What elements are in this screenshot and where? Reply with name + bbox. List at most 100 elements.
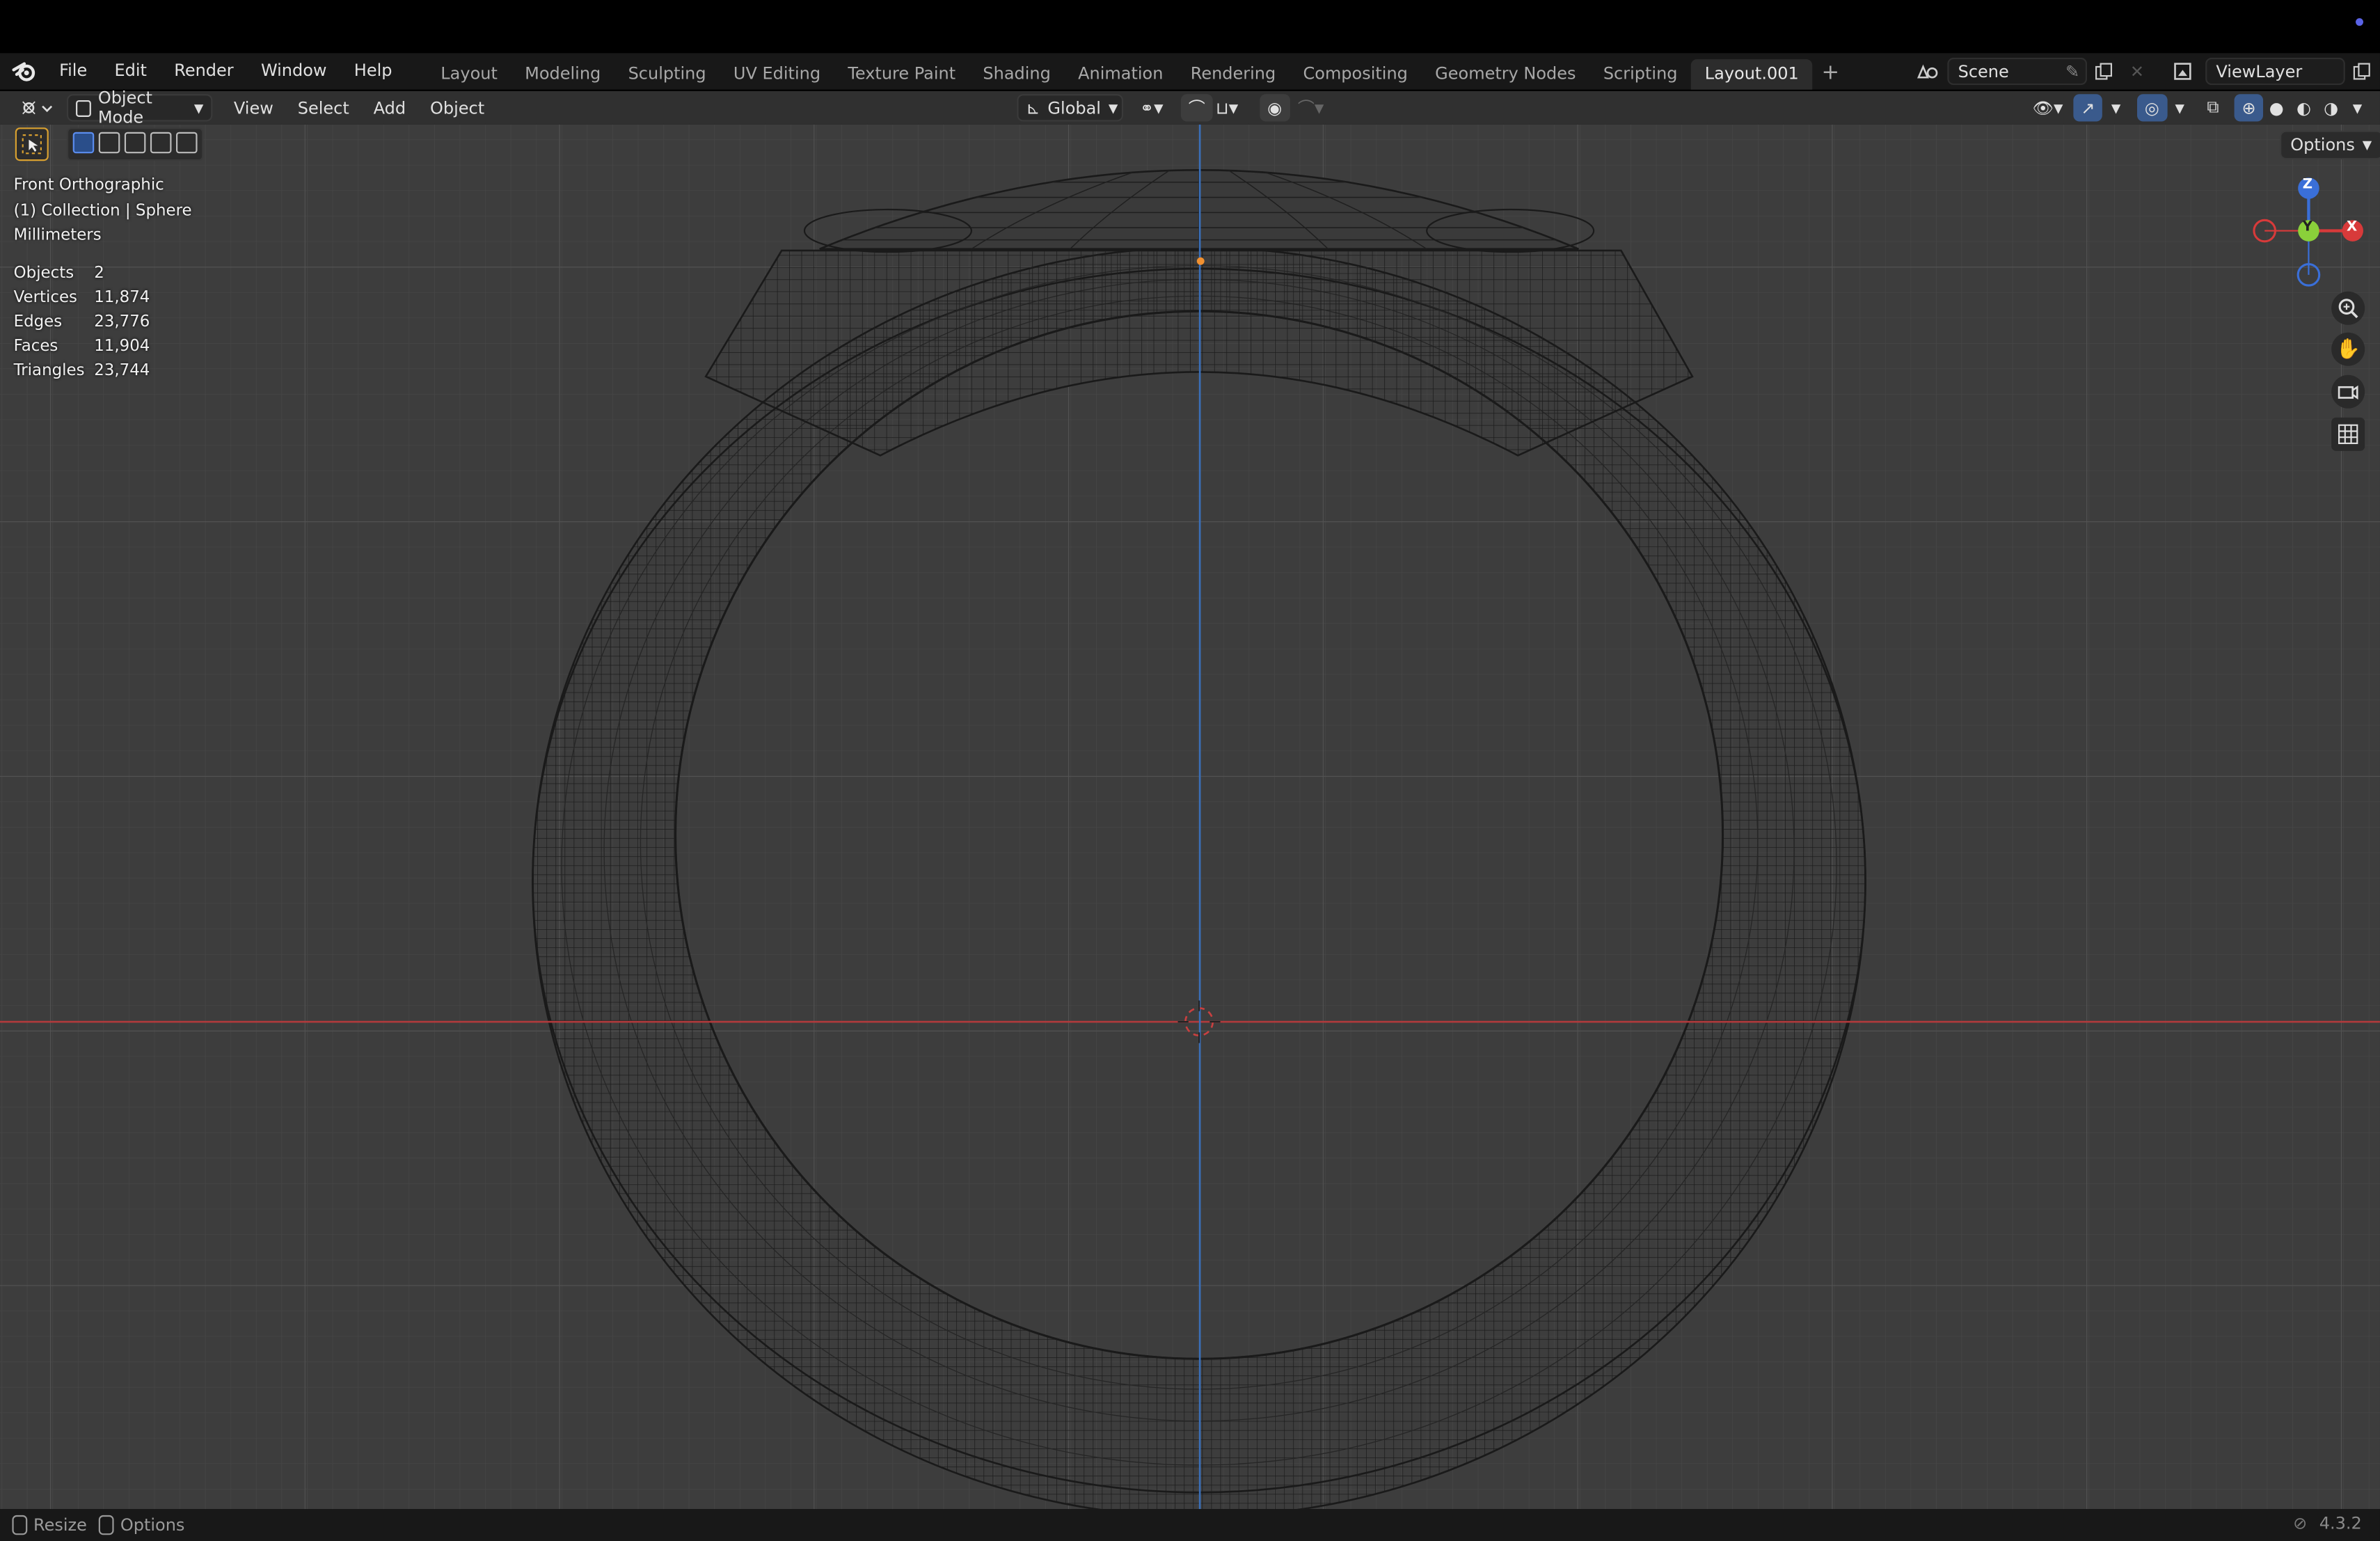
tab-texture-paint[interactable]: Texture Paint	[834, 58, 969, 89]
pin-icon[interactable]: ✎	[2065, 61, 2079, 81]
gizmo-toggle-button[interactable]: ↗	[2073, 94, 2103, 122]
tab-layout[interactable]: Layout	[427, 58, 511, 89]
stat-key: Objects	[13, 264, 74, 283]
snap-target-button[interactable]: ⊔ ▼	[1208, 94, 1246, 121]
select-tool-row	[15, 127, 204, 161]
tab-animation[interactable]: Animation	[1064, 58, 1177, 89]
view-name: Front Orthographic	[13, 176, 164, 195]
blender-logo-icon[interactable]	[12, 59, 36, 84]
tab-sculpting[interactable]: Sculpting	[614, 58, 720, 89]
invert-selection-icon[interactable]	[150, 132, 172, 154]
status-hint-options: Options	[99, 1515, 184, 1535]
camera-view-icon[interactable]	[2331, 374, 2365, 409]
proportional-edit-button[interactable]: ◉	[1260, 94, 1290, 122]
tab-compositing[interactable]: Compositing	[1290, 58, 1422, 89]
overlay-toggle-button[interactable]: ◎	[2136, 94, 2167, 122]
tab-geometry-nodes[interactable]: Geometry Nodes	[1422, 58, 1590, 89]
options-label: Options	[2290, 135, 2355, 155]
viewport-header: Object Mode ▼ View Select Add Object ⊾ G…	[0, 88, 2380, 127]
main-menu: File Edit Render Window Help	[45, 53, 406, 89]
delete-scene-icon[interactable]: ✕	[2120, 58, 2154, 85]
zoom-icon[interactable]	[2331, 291, 2365, 325]
tab-uv-editing[interactable]: UV Editing	[720, 58, 834, 89]
scene-selector: Scene ✎ ✕ ViewLayer ✕	[1911, 57, 2380, 86]
blender-window: File Edit Render Window Help Layout Mode…	[0, 0, 2380, 1541]
stat-value: 2	[94, 264, 104, 283]
mode-label: Object Mode	[97, 88, 152, 128]
stat-key: Vertices	[13, 288, 77, 307]
mode-selector[interactable]: Object Mode ▼	[66, 88, 213, 127]
rendered-shading-button[interactable]: ◑	[2316, 94, 2346, 121]
version-label: 4.3.2	[2319, 1513, 2362, 1534]
menu-help[interactable]: Help	[340, 53, 406, 89]
menu-window[interactable]: Window	[247, 53, 340, 89]
viewport-options-dropdown[interactable]: Options ▼	[2280, 130, 2380, 160]
select-box-tool-icon[interactable]	[15, 127, 49, 161]
subtract-selection-icon[interactable]	[124, 132, 146, 154]
wireframe-shading-button[interactable]: ⊕	[2234, 94, 2264, 122]
stat-row: Vertices 11,874	[14, 285, 150, 310]
scene-statistics: Objects 2 Vertices 11,874 Edges 23,776 Face…	[14, 261, 150, 383]
ortho-grid-icon[interactable]	[2331, 417, 2365, 451]
intersect-selection-icon[interactable]	[176, 132, 198, 154]
proportional-falloff-button[interactable]: ⌒ ▼	[1290, 94, 1331, 121]
extend-selection-icon[interactable]	[98, 132, 120, 154]
viewlayer-icon[interactable]	[2169, 58, 2203, 85]
menu-file[interactable]: File	[45, 53, 100, 89]
menu-edit[interactable]: Edit	[101, 53, 161, 89]
stat-value: 23,776	[94, 313, 150, 331]
scene-icon[interactable]	[1911, 58, 1944, 85]
stat-value: 11,874	[94, 288, 150, 307]
tab-scripting[interactable]: Scripting	[1589, 58, 1691, 89]
new-scene-icon[interactable]	[2087, 58, 2120, 85]
editor-type-button[interactable]	[12, 94, 61, 121]
pivot-point-button[interactable]: ⚭ ▼	[1132, 94, 1171, 121]
new-viewlayer-icon[interactable]	[2345, 58, 2379, 85]
transform-orientation-selector[interactable]: ⊾ Global ▼	[1017, 94, 1124, 122]
solid-shading-button[interactable]: ●	[2262, 94, 2292, 121]
header-menu-view[interactable]: View	[221, 98, 285, 118]
scene-name-field[interactable]: Scene ✎	[1947, 57, 2088, 86]
chevron-down-icon: ▼	[1108, 101, 1118, 115]
stat-key: Triangles	[13, 361, 85, 380]
network-off-icon: ⊘	[2293, 1513, 2308, 1534]
orientation-icon: ⊾	[1026, 97, 1040, 118]
shading-options-button[interactable]: ▼	[2345, 94, 2370, 121]
add-workspace-button[interactable]: +	[1812, 61, 1848, 85]
header-menu-select[interactable]: Select	[285, 98, 361, 118]
selection-mode-group	[66, 127, 204, 161]
object-origin[interactable]	[1196, 257, 1205, 265]
stat-value: 11,904	[94, 337, 150, 356]
gizmo-y-label: Y	[2302, 220, 2312, 236]
header-menu-add[interactable]: Add	[361, 98, 418, 118]
mouse-icon	[12, 1515, 28, 1535]
tab-shading[interactable]: Shading	[969, 58, 1065, 89]
viewlayer-name: ViewLayer	[2216, 61, 2303, 81]
unit-system: Millimeters	[13, 226, 102, 245]
3d-viewport[interactable]	[0, 124, 2380, 1510]
set-new-selection-icon[interactable]	[72, 132, 95, 154]
material-shading-button[interactable]: ◐	[2289, 94, 2319, 121]
gizmo-options-button[interactable]: ▼	[2104, 94, 2128, 121]
mouse-icon	[99, 1515, 115, 1535]
gizmo-x-label: X	[2346, 220, 2358, 236]
overlay-options-button[interactable]: ▼	[2168, 94, 2192, 121]
orientation-label: Global	[1047, 97, 1101, 118]
tab-layout-001[interactable]: Layout.001	[1691, 58, 1813, 89]
menu-render[interactable]: Render	[161, 53, 248, 89]
viewlayer-name-field[interactable]: ViewLayer	[2205, 57, 2345, 86]
viewport-info-overlay: Front Orthographic (1) Collection | Sphe…	[14, 173, 192, 248]
stat-key: Faces	[13, 337, 58, 356]
visibility-button[interactable]: 👁 ▼	[2025, 94, 2071, 121]
gizmo-z-label: Z	[2302, 177, 2312, 193]
tab-rendering[interactable]: Rendering	[1177, 58, 1290, 89]
xray-toggle-button[interactable]: ⧉	[2199, 94, 2226, 121]
screen-top-bar	[0, 0, 2380, 54]
chevron-down-icon: ▼	[193, 101, 204, 115]
tab-modeling[interactable]: Modeling	[511, 58, 614, 89]
header-menu-object[interactable]: Object	[418, 98, 497, 118]
status-hint-resize: Resize	[12, 1515, 87, 1535]
workspace-tabs: Layout Modeling Sculpting UV Editing Tex…	[427, 54, 1848, 89]
stat-row: Triangles 23,744	[14, 358, 150, 383]
pan-hand-icon[interactable]: ✋	[2331, 332, 2365, 366]
